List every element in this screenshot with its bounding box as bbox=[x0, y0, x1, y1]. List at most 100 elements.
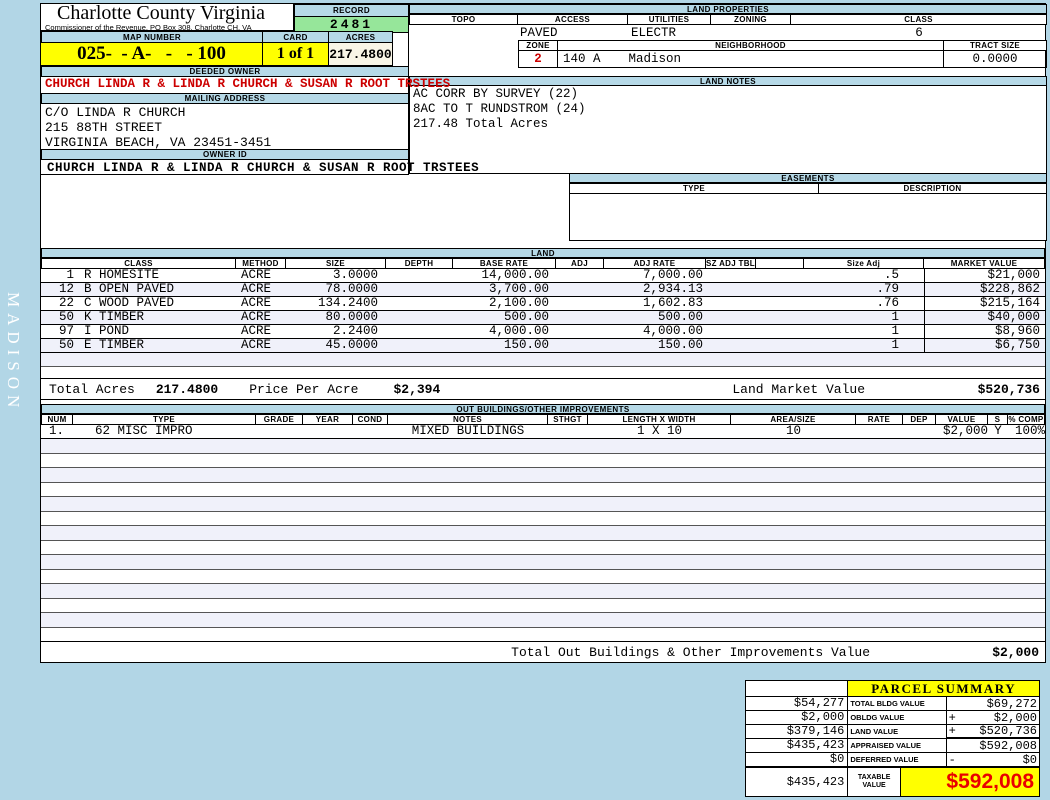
mailing-address-line: 215 88TH STREET bbox=[45, 120, 271, 135]
total-acres-value: 217.4800 bbox=[156, 382, 218, 397]
summary-row: $2,000 OBLDG VALUE + $2,000 bbox=[746, 711, 1039, 725]
deeded-owner-label: DEEDED OWNER bbox=[41, 66, 409, 77]
land-sz-adj-tbl bbox=[706, 311, 756, 324]
deferred-value-label: DEFERRED VALUE bbox=[848, 753, 946, 767]
ob-notes: MIXED BUILDINGS bbox=[388, 425, 548, 438]
empty-cell bbox=[746, 681, 848, 697]
land-class-name: C WOOD PAVED bbox=[74, 297, 236, 310]
land-class-num: 12 bbox=[41, 283, 74, 296]
land-size-adj: .76 bbox=[804, 297, 924, 310]
land-class-name: E TIMBER bbox=[74, 339, 236, 352]
taxable-value-row: $435,423 TAXABLE VALUE $592,008 bbox=[746, 767, 1039, 796]
land-depth bbox=[386, 269, 453, 282]
easement-description-label: DESCRIPTION bbox=[819, 183, 1047, 194]
out-buildings-row: 1.62 MISC IMPROMIXED BUILDINGS1 X 1010$2… bbox=[41, 425, 1045, 439]
map-number-value: 025- - A- - - 100 bbox=[41, 43, 263, 66]
topo-label: TOPO bbox=[409, 14, 518, 25]
prior-taxable-value: $435,423 bbox=[746, 767, 848, 796]
tract-size-label: TRACT SIZE bbox=[944, 40, 1047, 51]
land-size: 80.0000 bbox=[286, 311, 386, 324]
land-notes-title: LAND NOTES bbox=[409, 76, 1047, 86]
out-buildings-total-label: Total Out Buildings & Other Improvements… bbox=[511, 645, 870, 660]
parcel-summary-title: PARCEL SUMMARY bbox=[848, 681, 1039, 697]
land-size: 78.0000 bbox=[286, 283, 386, 296]
empty-row bbox=[41, 353, 1045, 367]
sign: + bbox=[947, 711, 957, 725]
land-adj bbox=[556, 311, 604, 324]
card-value: 1 of 1 bbox=[263, 43, 329, 66]
land-adj-rate: 2,934.13 bbox=[604, 283, 706, 296]
mailing-address: C/O LINDA R CHURCH 215 88TH STREET VIRGI… bbox=[41, 105, 271, 150]
land-table-body: 1R HOMESITEACRE3.000014,000.007,000.00.5… bbox=[41, 269, 1045, 353]
land-value-label: LAND VALUE bbox=[848, 725, 946, 739]
land-value: + $520,736 bbox=[947, 725, 1039, 739]
obldg-value: + $2,000 bbox=[947, 711, 1039, 725]
deeded-owner-name: CHURCH LINDA R & LINDA R CHURCH & SUSAN … bbox=[41, 77, 450, 91]
land-market-value: $40,000 bbox=[924, 311, 1045, 324]
acres-value: 217.4800 bbox=[329, 43, 393, 66]
empty-row bbox=[41, 367, 1045, 378]
col-cond: COND bbox=[353, 414, 388, 425]
price-per-acre-value: $2,394 bbox=[393, 382, 440, 397]
zone-label: ZONE bbox=[518, 40, 558, 51]
ob-type: 62 MISC IMPRO bbox=[73, 425, 256, 438]
zoning-label: ZONING bbox=[711, 14, 791, 25]
easement-type-label: TYPE bbox=[569, 183, 819, 194]
price-per-acre-label: Price Per Acre bbox=[249, 382, 358, 397]
prior-value: $0 bbox=[746, 753, 848, 767]
parcel-summary-header: PARCEL SUMMARY bbox=[746, 681, 1039, 697]
land-size-adj: 1 bbox=[804, 311, 924, 324]
land-blank bbox=[756, 325, 804, 338]
land-depth bbox=[386, 339, 453, 352]
owner-id-value: CHURCH LINDA R & LINDA R CHURCH & SUSAN … bbox=[41, 161, 479, 175]
prior-value: $379,146 bbox=[746, 725, 848, 739]
zone-header-row: ZONE NEIGHBORHOOD TRACT SIZE bbox=[518, 40, 1047, 51]
out-buildings-title: OUT BUILDINGS/OTHER IMPROVEMENTS bbox=[41, 404, 1045, 414]
land-properties-value-row: PAVED ELECTR 6 bbox=[409, 25, 1047, 40]
land-class-num: 50 bbox=[41, 339, 74, 352]
col-dep: DEP bbox=[903, 414, 936, 425]
land-size: 2.2400 bbox=[286, 325, 386, 338]
land-size-adj: .79 bbox=[804, 283, 924, 296]
col-rate: RATE bbox=[856, 414, 903, 425]
land-class-name: K TIMBER bbox=[74, 311, 236, 324]
easements-header-row: TYPE DESCRIPTION bbox=[569, 183, 1047, 194]
summary-row: $379,146 LAND VALUE + $520,736 bbox=[746, 725, 1039, 739]
card-label: CARD bbox=[263, 31, 329, 43]
value: $2,000 bbox=[957, 711, 1039, 725]
land-blank bbox=[756, 297, 804, 310]
land-adj bbox=[556, 297, 604, 310]
total-acres-label: Total Acres bbox=[49, 382, 135, 397]
land-sz-adj-tbl bbox=[706, 269, 756, 282]
col-size-adj: Size Adj bbox=[804, 258, 924, 269]
neighborhood-label: NEIGHBORHOOD bbox=[558, 40, 944, 51]
land-properties-header-row: TOPO ACCESS UTILITIES ZONING CLASS bbox=[409, 14, 1047, 25]
land-size: 3.0000 bbox=[286, 269, 386, 282]
land-adj bbox=[556, 325, 604, 338]
land-table-row: 50K TIMBERACRE80.0000500.00500.001$40,00… bbox=[41, 311, 1045, 325]
empty-rows bbox=[41, 439, 1045, 641]
col-adj: ADJ bbox=[556, 258, 604, 269]
easements-body bbox=[569, 194, 1047, 241]
summary-row: $0 DEFERRED VALUE - $0 bbox=[746, 753, 1039, 767]
class-label: CLASS bbox=[791, 14, 1047, 25]
prior-value: $54,277 bbox=[746, 697, 848, 711]
land-size: 45.0000 bbox=[286, 339, 386, 352]
land-base-rate: 150.00 bbox=[453, 339, 556, 352]
land-market-value-total: $520,736 bbox=[925, 382, 1045, 397]
col-sz-adj-tbl: SZ ADJ TBL bbox=[706, 258, 756, 269]
land-class-name: I POND bbox=[74, 325, 236, 338]
land-depth bbox=[386, 311, 453, 324]
zone-value-row: 2 140 A Madison 0.0000 bbox=[518, 51, 1047, 68]
col-blank bbox=[756, 258, 804, 269]
land-depth bbox=[386, 297, 453, 310]
col-grade: GRADE bbox=[256, 414, 303, 425]
map-number-label: MAP NUMBER bbox=[41, 31, 263, 43]
access-label: ACCESS bbox=[518, 14, 628, 25]
owner-id-label: OWNER ID bbox=[41, 149, 409, 160]
acres-label: ACRES bbox=[329, 31, 393, 43]
land-method: ACRE bbox=[236, 269, 286, 282]
col-depth: DEPTH bbox=[386, 258, 453, 269]
value: $592,008 bbox=[957, 739, 1039, 753]
land-depth bbox=[386, 283, 453, 296]
